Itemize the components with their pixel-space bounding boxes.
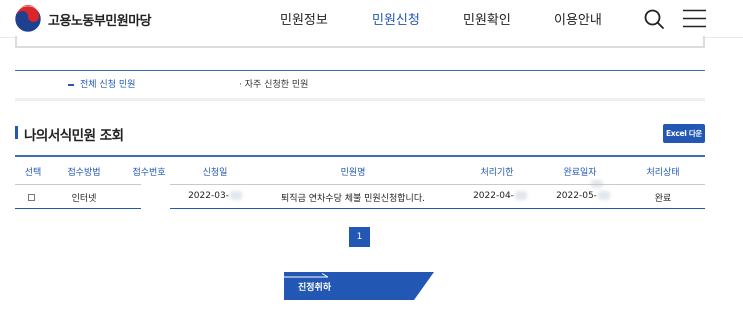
row-divider [15,208,141,209]
column-header-completed: 완료일자 [563,168,597,178]
redacted-mark [597,191,610,200]
cell-completed: 2022-05- [556,191,610,201]
tabs-divider-bottom [15,98,705,101]
excel-download-button[interactable]: Excel 다운 [663,124,705,143]
active-tab-dash-icon [68,83,74,86]
column-header-name: 민원명 [340,168,366,178]
tab-all-requests-label: 전체 신청 민원 [80,80,136,90]
nav-item-check[interactable]: 민원확인 [463,9,511,28]
site-name: 고용노동부민원마당 [48,13,152,29]
cell-apply-date: 2022-03- [188,191,242,201]
tab-frequent-requests[interactable]: · 자주 신청한 민원 [239,77,308,90]
site-header: 고용노동부민원마당 민원정보 민원신청 민원확인 이용안내 [0,0,743,38]
taegeuk-emblem-icon [14,5,42,33]
redacted-mark [514,191,527,200]
table-top-border [15,155,705,157]
site-logo[interactable]: 고용노동부민원마당 [14,5,152,33]
column-header-method: 접수방법 [67,168,101,178]
nav-item-guide[interactable]: 이용안내 [554,9,602,28]
pagination-page-current[interactable]: 1 [349,227,370,247]
withdraw-complaint-label: 진정취하 [298,283,332,293]
tab-frequent-requests-label: 자주 신청한 민원 [244,80,309,90]
search-icon[interactable] [643,8,665,30]
section-title-marker [15,126,18,139]
row-select-checkbox[interactable] [28,194,35,201]
cell-method: 인터넷 [71,194,97,204]
cell-name[interactable]: 퇴직금 연차수당 체불 민원신청합니다. [281,191,425,204]
redacted-mark [229,191,242,200]
tabs-divider-top [15,70,705,71]
cell-status: 완료 [654,194,672,204]
nav-item-info[interactable]: 민원정보 [280,9,328,28]
cell-deadline-text: 2022-04- [473,191,514,201]
bullet-dot-icon: · [239,80,242,90]
column-header-receipt-no: 접수번호 [132,168,166,178]
tab-all-requests[interactable]: 전체 신청 민원 [68,77,135,90]
cell-deadline: 2022-04- [473,191,527,201]
header-divider [170,184,705,185]
header-divider [15,184,141,185]
row-divider [170,208,705,209]
withdraw-complaint-button[interactable]: 진정취하 [284,272,434,300]
cell-apply-date-text: 2022-03- [188,191,229,201]
column-header-select: 선택 [24,168,42,178]
previous-panel-edge [15,36,705,48]
column-header-status: 처리상태 [646,168,680,178]
nav-item-apply[interactable]: 민원신청 [372,9,420,28]
hamburger-menu-icon[interactable] [683,9,706,28]
long-arrow-right-icon [284,273,329,278]
column-header-deadline: 처리기한 [480,168,514,178]
column-header-apply-date: 신청일 [202,168,228,178]
cell-completed-text: 2022-05- [556,191,597,201]
section-title: 나의서식민원 조회 [24,128,124,144]
